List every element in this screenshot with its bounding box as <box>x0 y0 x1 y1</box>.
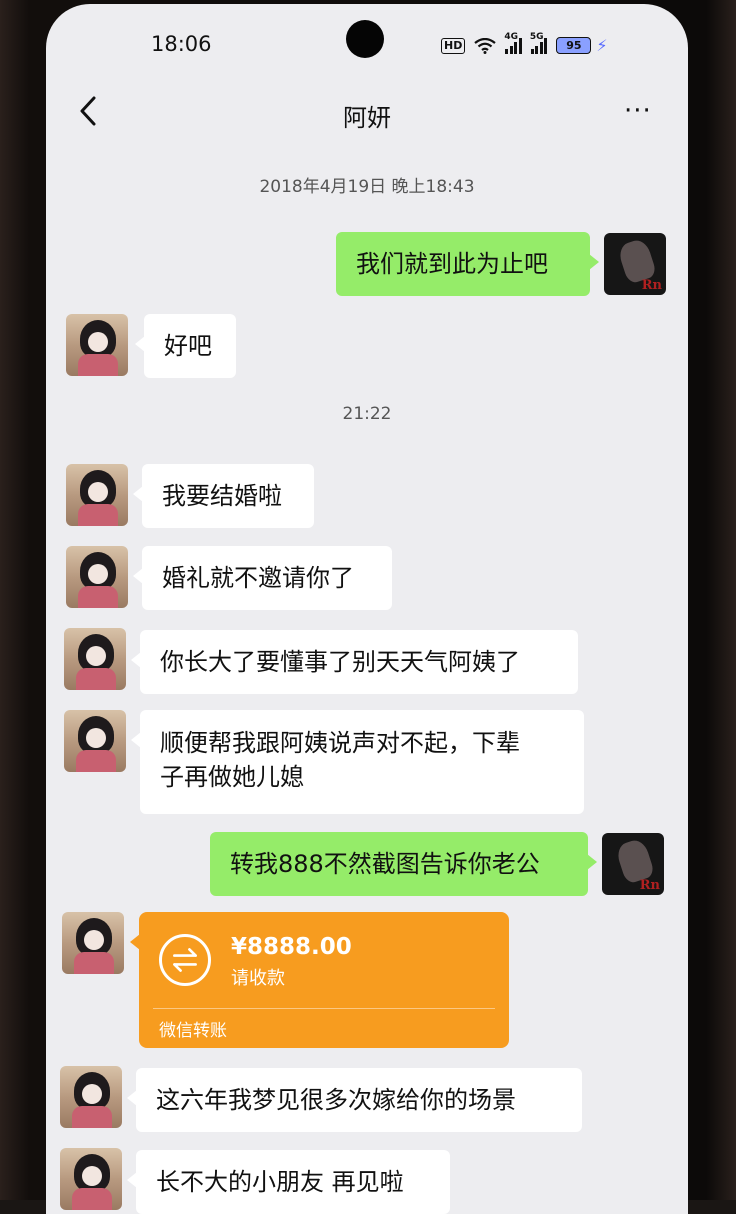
contact-avatar[interactable] <box>66 314 128 376</box>
message-timestamp: 21:22 <box>342 404 392 424</box>
outgoing-message[interactable]: 我们就到此为止吧 <box>336 232 599 296</box>
transfer-card[interactable]: ¥8888.00 请收款 微信转账 <box>130 912 509 1048</box>
cellular-signal-icon: 4G <box>504 32 522 54</box>
status-bar: 18:06 HD 4G 5G 95 ⚡ <box>46 4 688 84</box>
transfer-amount: ¥8888.00 <box>231 934 352 960</box>
message-line: 子再做她儿媳 <box>160 763 304 791</box>
incoming-message[interactable]: 你长大了要懂事了别天天气阿姨了 <box>131 630 578 694</box>
my-avatar[interactable]: Rn <box>604 233 666 295</box>
chat-screen: 18:06 HD 4G 5G 95 ⚡ 阿妍 ··· 2018年4月19日 晚上… <box>46 4 688 1214</box>
contact-avatar[interactable] <box>60 1148 122 1210</box>
more-options-icon[interactable]: ··· <box>624 96 652 126</box>
divider <box>153 1008 495 1009</box>
contact-avatar[interactable] <box>66 546 128 608</box>
incoming-message[interactable]: 好吧 <box>135 314 236 378</box>
contact-avatar[interactable] <box>66 464 128 526</box>
contact-avatar[interactable] <box>62 912 124 974</box>
signal-label-5g: 5G <box>529 31 544 42</box>
contact-avatar[interactable] <box>64 710 126 772</box>
incoming-message[interactable]: 这六年我梦见很多次嫁给你的场景 <box>127 1068 582 1132</box>
signal-label-4g: 4G <box>504 31 518 42</box>
chat-header: 阿妍 ··· <box>46 84 688 144</box>
message-line: 顺便帮我跟阿姨说声对不起，下辈 <box>160 729 520 757</box>
charging-icon: ⚡ <box>596 36 608 55</box>
incoming-message[interactable]: 顺便帮我跟阿姨说声对不起，下辈 子再做她儿媳 <box>131 710 584 814</box>
outgoing-message[interactable]: 转我888不然截图告诉你老公 <box>210 832 597 896</box>
my-avatar[interactable]: Rn <box>602 833 664 895</box>
incoming-message[interactable]: 婚礼就不邀请你了 <box>133 546 392 610</box>
cellular-signal-icon-2: 5G <box>530 32 548 54</box>
incoming-message[interactable]: 长不大的小朋友 再见啦 <box>127 1150 450 1214</box>
transfer-footer: 微信转账 <box>159 1021 227 1041</box>
wifi-icon <box>474 37 497 54</box>
front-camera <box>346 20 384 58</box>
status-icons: HD 4G 5G 95 ⚡ <box>441 32 608 55</box>
incoming-message[interactable]: 我要结婚啦 <box>133 464 314 528</box>
contact-avatar[interactable] <box>64 628 126 690</box>
contact-avatar[interactable] <box>60 1066 122 1128</box>
battery-icon: 95 <box>556 37 592 54</box>
message-timestamp: 2018年4月19日 晚上18:43 <box>259 177 475 197</box>
transfer-status: 请收款 <box>231 968 285 989</box>
hd-icon: HD <box>441 37 466 54</box>
transfer-arrows-icon <box>159 934 211 986</box>
chat-title: 阿妍 <box>343 104 391 132</box>
status-time: 18:06 <box>151 32 212 56</box>
